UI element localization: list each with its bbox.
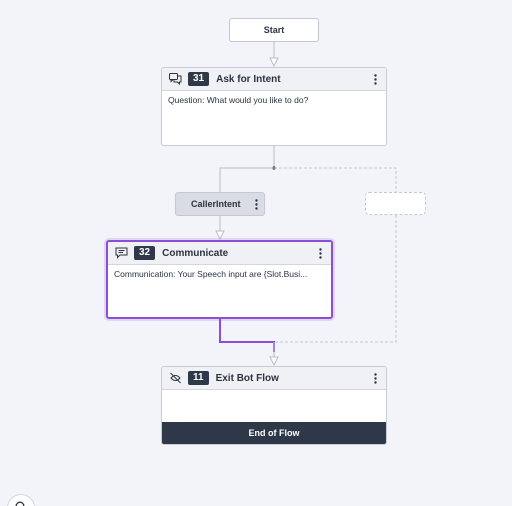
node-number-badge: 11: [188, 371, 209, 385]
communicate-node[interactable]: 32 Communicate Communication: Your Speec…: [106, 240, 333, 319]
arrowhead-exit: [269, 356, 279, 367]
chat-bubbles-icon: [168, 72, 182, 86]
node-number-badge: 32: [134, 246, 156, 260]
branch-callerintent[interactable]: CallerIntent: [175, 192, 265, 216]
node-title: Ask for Intent: [216, 73, 281, 85]
node-header: 11 Exit Bot Flow: [162, 367, 386, 390]
arrowhead-ask: [269, 57, 279, 68]
flow-canvas[interactable]: Start 31 Ask for Intent Question: What w…: [0, 0, 512, 506]
node-title: Communicate: [162, 247, 229, 259]
start-label: Start: [263, 25, 285, 35]
branch-label: CallerIntent: [191, 199, 241, 209]
node-body: Question: What would you like to do?: [168, 95, 309, 105]
end-of-flow-footer: End of Flow: [162, 422, 386, 444]
node-header: 31 Ask for Intent: [162, 68, 386, 91]
connector-split-empty: [274, 167, 397, 192]
kebab-menu-icon[interactable]: [370, 72, 380, 86]
kebab-menu-icon[interactable]: [370, 371, 380, 385]
branch-empty-placeholder[interactable]: [365, 192, 426, 215]
ask-for-intent-node[interactable]: 31 Ask for Intent Question: What would y…: [161, 67, 387, 146]
exit-bot-flow-node[interactable]: 11 Exit Bot Flow End of Flow: [161, 366, 387, 445]
node-header: 32 Communicate: [108, 242, 331, 265]
node-number-badge: 31: [188, 72, 210, 86]
start-node[interactable]: Start: [229, 18, 319, 42]
kebab-menu-icon[interactable]: [315, 246, 325, 260]
message-icon: [114, 246, 128, 260]
arrowhead-communicate: [215, 230, 225, 241]
footer-label: End of Flow: [248, 428, 300, 438]
search-icon: [15, 500, 27, 506]
connector-communicate-exit: [219, 319, 275, 352]
node-body: Communication: Your Speech input are {Sl…: [114, 269, 308, 279]
connector-split-callerintent: [219, 167, 274, 192]
node-body: [162, 390, 386, 398]
node-title: Exit Bot Flow: [215, 372, 279, 384]
exit-flow-icon: [168, 371, 182, 385]
kebab-menu-icon[interactable]: [255, 198, 258, 210]
